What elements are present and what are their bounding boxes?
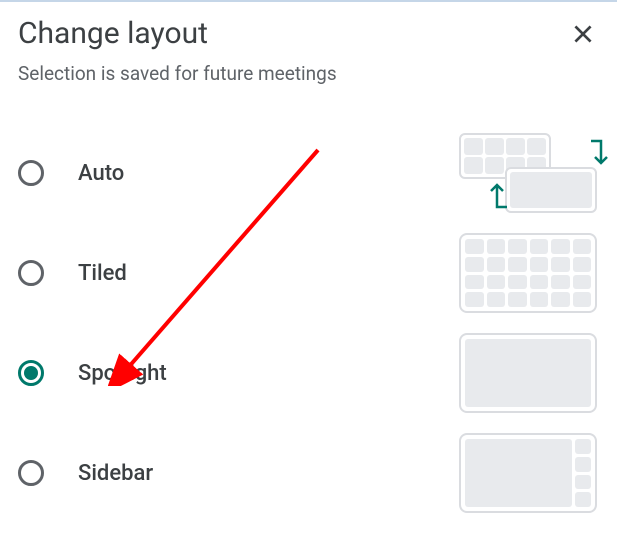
option-label: Tiled [78, 261, 459, 286]
swap-arrow-up-icon [487, 177, 509, 209]
option-tiled[interactable]: Tiled [18, 223, 599, 323]
close-icon [570, 21, 596, 47]
dialog-subtitle: Selection is saved for future meetings [18, 62, 599, 85]
thumb-spotlight [459, 333, 597, 413]
option-spotlight[interactable]: Spotlight [18, 323, 599, 423]
thumb-tiled [459, 233, 597, 313]
thumb-auto [459, 133, 597, 213]
close-button[interactable] [563, 14, 603, 54]
radio-sidebar[interactable] [18, 460, 44, 486]
swap-arrow-down-icon [589, 139, 611, 171]
radio-tiled[interactable] [18, 260, 44, 286]
option-label: Sidebar [78, 461, 459, 486]
option-auto[interactable]: Auto [18, 123, 599, 223]
dialog-header: Change layout [18, 16, 599, 54]
option-label: Spotlight [78, 361, 459, 386]
layout-options: Auto Tiled [18, 123, 599, 523]
option-label: Auto [78, 161, 459, 186]
radio-spotlight[interactable] [18, 360, 44, 386]
radio-auto[interactable] [18, 160, 44, 186]
dialog-title: Change layout [18, 16, 208, 51]
thumb-sidebar [459, 433, 597, 513]
change-layout-dialog: Change layout Selection is saved for fut… [0, 2, 617, 537]
option-sidebar[interactable]: Sidebar [18, 423, 599, 523]
